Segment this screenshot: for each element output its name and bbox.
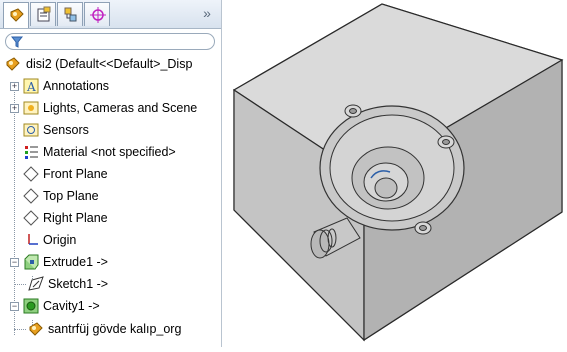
tab-feature-manager[interactable] — [3, 2, 29, 28]
feature-manager-icon — [10, 8, 24, 22]
plane-icon — [23, 166, 39, 182]
svg-text:A: A — [26, 80, 36, 94]
extrude-icon — [24, 254, 39, 270]
tree-root-label: disi2 (Default<<Default>_Disp — [26, 57, 193, 71]
tree-guide-line — [14, 284, 26, 285]
tree-item-label: Top Plane — [43, 189, 99, 203]
bolt-hole — [419, 225, 427, 231]
cavity-icon — [23, 298, 39, 314]
tab-dimxpert-manager[interactable] — [84, 2, 110, 26]
tab-overflow-button[interactable]: » — [198, 4, 216, 22]
graphics-viewport[interactable] — [222, 0, 567, 347]
tree-item-label: Material <not specified> — [43, 145, 176, 159]
tree-item-label: Sketch1 -> — [48, 277, 109, 291]
plane-icon — [23, 188, 39, 204]
mold-block-model[interactable] — [222, 0, 567, 347]
tab-property-manager[interactable] — [30, 2, 56, 26]
sketch-icon — [28, 276, 44, 291]
part-icon — [6, 57, 20, 71]
tree-item-label: Annotations — [43, 79, 110, 93]
tree-item-label: Sensors — [43, 123, 89, 137]
tree-item-label: santrfüj gövde kalıp_org — [48, 322, 182, 336]
lights-cameras-icon — [23, 101, 39, 115]
tree-filter-input[interactable] — [5, 33, 215, 50]
tree-item-label: Cavity1 -> — [43, 299, 100, 313]
tree-guide-line — [14, 82, 15, 335]
expand-icon[interactable]: + — [10, 104, 19, 113]
collapse-icon[interactable]: − — [10, 302, 19, 311]
annotations-icon: A — [23, 78, 39, 94]
property-manager-icon — [37, 6, 51, 22]
collapse-icon[interactable]: − — [10, 258, 19, 267]
bolt-hole — [442, 139, 450, 145]
configuration-manager-icon — [64, 7, 77, 22]
sensors-icon — [23, 123, 39, 137]
tree-item-label: Front Plane — [43, 167, 108, 181]
origin-icon — [28, 234, 38, 245]
feature-manager-panel: » disi2 (Default<<Default>_Disp + A Anno… — [0, 0, 222, 347]
filter-icon — [11, 36, 23, 48]
expand-icon[interactable]: + — [10, 82, 19, 91]
part-icon — [29, 322, 43, 336]
bolt-hole — [349, 108, 357, 114]
plane-icon — [23, 210, 39, 226]
tree-guide-line — [14, 329, 26, 330]
tree-item-label: Extrude1 -> — [43, 255, 108, 269]
tree-item-label: Lights, Cameras and Scene — [43, 101, 198, 115]
tree-item-label: Right Plane — [43, 211, 108, 225]
tab-configuration-manager[interactable] — [57, 2, 83, 26]
material-icon — [25, 146, 38, 159]
shaft-hole — [374, 177, 398, 199]
tree-item-label: Origin — [43, 233, 77, 247]
dimxpert-manager-icon — [90, 7, 106, 23]
manager-tab-strip: » — [0, 0, 221, 29]
